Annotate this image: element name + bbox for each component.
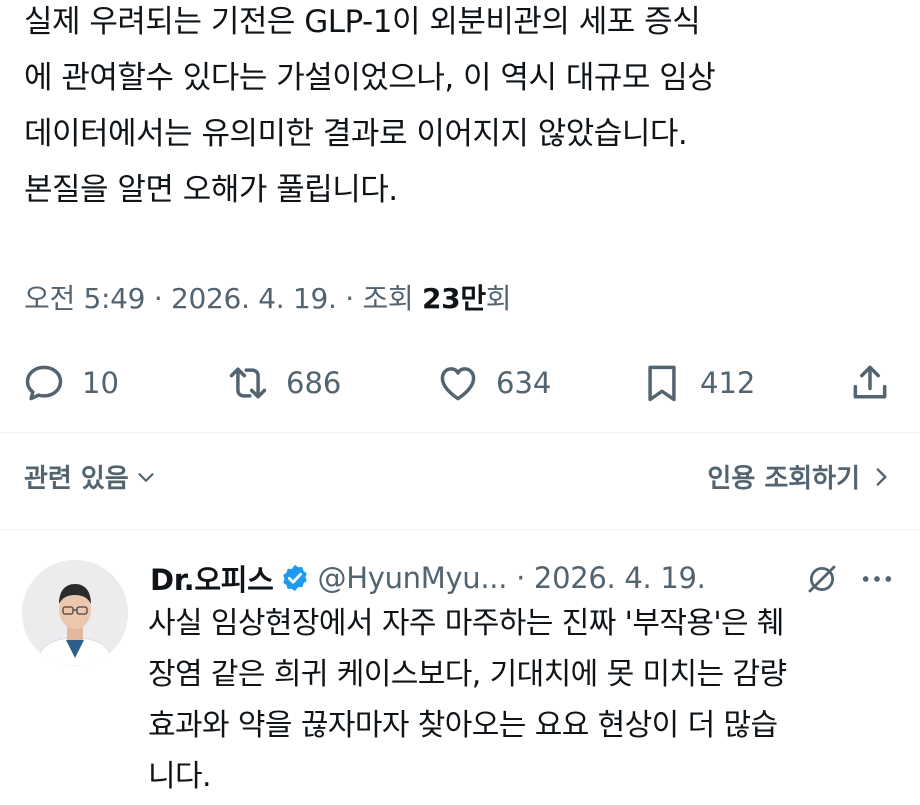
separator-dot: ·: [345, 282, 363, 315]
author-handle[interactable]: @HyunMyu...: [318, 561, 508, 595]
more-icon[interactable]: [860, 566, 894, 592]
views-suffix: 회: [485, 282, 512, 315]
separator-dot: ·: [153, 282, 172, 315]
divider: [0, 529, 920, 530]
share-button[interactable]: [848, 355, 892, 411]
retweet-button[interactable]: 686: [226, 355, 341, 411]
retweet-count: 686: [286, 366, 342, 400]
share-icon: [853, 365, 887, 399]
views-label: 조회: [362, 282, 414, 315]
retweet-icon: [229, 367, 267, 399]
reply-text-line: 효과와 약을 끊자마자 찾아오는 요요 현상이 더 많습: [148, 708, 778, 743]
bookmark-count: 412: [700, 366, 756, 400]
divider: [0, 432, 920, 433]
chevron-down-icon: [138, 472, 154, 482]
action-bar: 10 686 634 412: [0, 355, 920, 411]
tweet-time[interactable]: 오전 5:49: [24, 282, 146, 315]
bookmark-icon: [648, 365, 676, 402]
tweet-text-line: 본질을 알면 오해가 풀립니다.: [24, 172, 398, 208]
chevron-right-icon: [876, 467, 887, 486]
reply-header: Dr.오피스 @HyunMyu... · 2026. 4. 19.: [150, 557, 706, 599]
verified-badge-icon: [282, 564, 307, 592]
tweet-text-line: 에 관여할수 있다는 가설이었으나, 이 역시 대규모 임상: [24, 60, 716, 96]
views-count: 23만: [421, 282, 486, 315]
bookmark-button[interactable]: 412: [640, 355, 755, 411]
reply-text: 사실 임상현장에서 자주 마주하는 진짜 '부작용'은 췌 장염 같은 희귀 케…: [148, 598, 908, 802]
tweet-text-line: 실제 우려되는 기전은 GLP-1이 외분비관의 세포 증식: [24, 4, 701, 40]
grok-icon[interactable]: [805, 562, 839, 596]
like-icon: [440, 367, 476, 401]
reply-text-line: 사실 임상현장에서 자주 마주하는 진짜 '부작용'은 췌: [148, 606, 785, 641]
like-count: 634: [496, 366, 552, 400]
reply-button[interactable]: 10: [22, 355, 119, 411]
separator-dot: ·: [507, 561, 534, 595]
doctor-avatar-image: [22, 560, 128, 666]
reply-count: 10: [82, 366, 119, 400]
reply-date[interactable]: 2026. 4. 19.: [534, 561, 706, 595]
tweet-text-line: 데이터에서는 유의미한 결과로 이어지지 않았습니다.: [24, 116, 688, 152]
like-button[interactable]: 634: [436, 355, 551, 411]
view-quotes-link[interactable]: 인용 조회하기: [707, 458, 894, 495]
avatar[interactable]: [22, 560, 128, 666]
author-name[interactable]: Dr.오피스: [150, 557, 274, 599]
tweet-meta: 오전 5:49 · 2026. 4. 19. · 조회 23만회: [24, 277, 512, 317]
related-label: 관련 있음: [24, 464, 129, 494]
related-toggle[interactable]: 관련 있음: [24, 458, 159, 495]
reply-text-line: 니다.: [148, 759, 212, 794]
reply-text-line: 장염 같은 희귀 케이스보다, 기대치에 못 미치는 감량: [148, 657, 787, 692]
view-quotes-label: 인용 조회하기: [707, 464, 860, 494]
tweet-text: 실제 우려되는 기전은 GLP-1이 외분비관의 세포 증식 에 관여할수 있다…: [24, 0, 904, 218]
reply-icon: [25, 365, 63, 401]
tweet-date[interactable]: 2026. 4. 19.: [171, 282, 337, 315]
